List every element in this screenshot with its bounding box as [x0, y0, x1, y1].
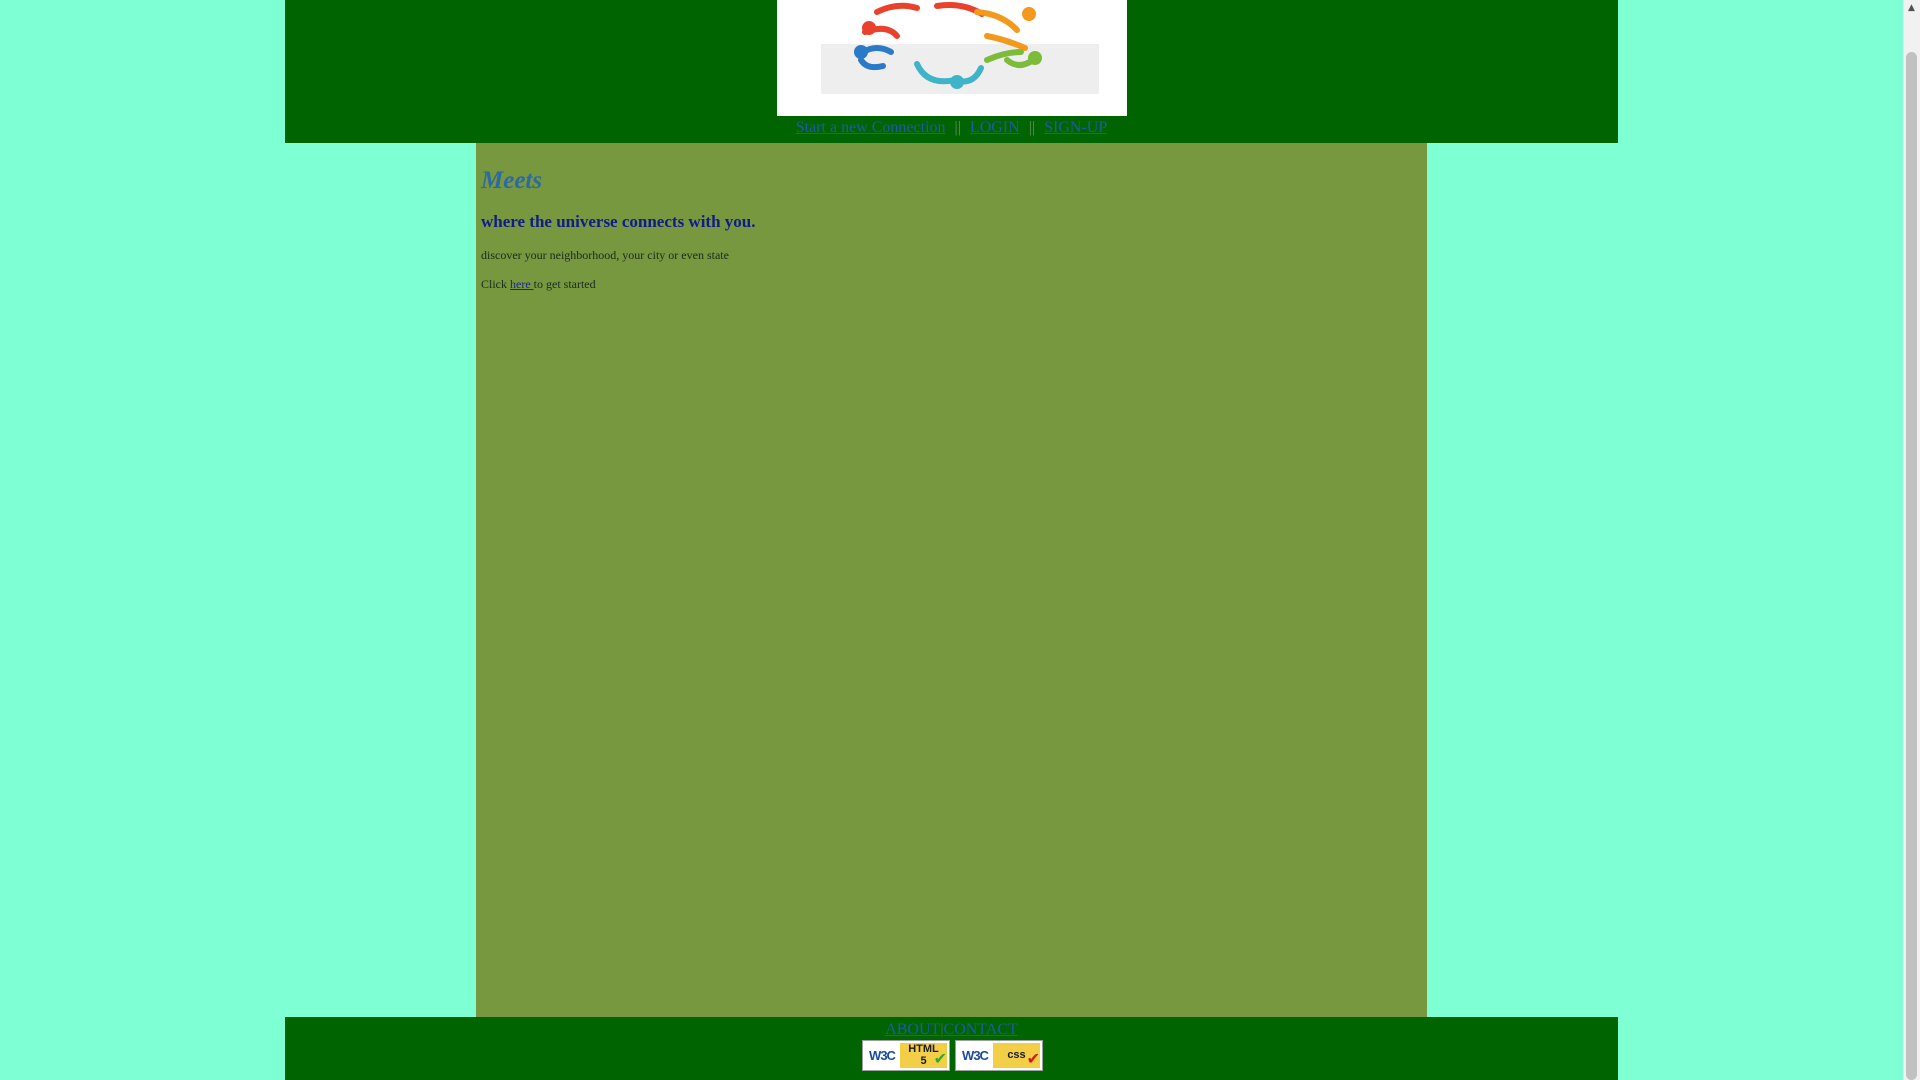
validation-badges: W3C HTML 5 ✔ W3C css ✔	[862, 1040, 1043, 1072]
nav-start-connection-link[interactable]: Start a new Connection	[796, 119, 946, 136]
cta-prefix: Click	[481, 277, 510, 291]
footer-contact-link[interactable]: CONTACT	[944, 1021, 1018, 1038]
footer-navigation: ABOUT|CONTACT	[285, 1020, 1618, 1040]
site-header: Start a new Connection || LOGIN || SIGN-…	[285, 0, 1618, 143]
checkmark-icon: ✔	[933, 1051, 947, 1068]
nav-login-link[interactable]: LOGIN	[970, 119, 1020, 136]
footer-about-link[interactable]: ABOUT	[885, 1021, 940, 1038]
page-title: Meets	[481, 167, 543, 194]
top-navigation: Start a new Connection || LOGIN || SIGN-…	[285, 118, 1618, 138]
cta-suffix: to get started	[533, 277, 596, 291]
badge-tag-line: 5	[920, 1055, 927, 1067]
nav-separator: ||	[954, 119, 961, 136]
w3c-logo: W3C	[865, 1043, 899, 1068]
page-wrapper: Start a new Connection || LOGIN || SIGN-…	[285, 0, 1618, 1080]
tagline: where the universe connects with you.	[481, 212, 756, 231]
cta-text: Click here to get started	[481, 276, 1422, 292]
nav-signup-link[interactable]: SIGN-UP	[1044, 119, 1107, 136]
main-content: Meets where the universe connects with y…	[476, 143, 1427, 1017]
site-footer: ABOUT|CONTACT W3C HTML 5 ✔ W3C css ✔	[285, 1017, 1618, 1080]
description-text: discover your neighborhood, your city or…	[481, 248, 729, 262]
vertical-scrollbar[interactable]: ▲	[1903, 0, 1920, 1080]
nav-separator: ||	[1028, 119, 1036, 136]
w3c-logo: W3C	[958, 1043, 992, 1068]
w3c-css-badge[interactable]: W3C css ✔	[955, 1040, 1043, 1071]
scrollbar-thumb[interactable]	[1906, 52, 1917, 1080]
logo-people-circle-icon	[854, 2, 1042, 89]
w3c-html5-badge[interactable]: W3C HTML 5 ✔	[862, 1040, 950, 1071]
checkmark-icon: ✔	[1026, 1051, 1040, 1068]
site-logo[interactable]	[777, 0, 1127, 116]
get-started-link[interactable]: here	[510, 277, 534, 291]
scroll-up-arrow-icon[interactable]: ▲	[1903, 0, 1920, 17]
